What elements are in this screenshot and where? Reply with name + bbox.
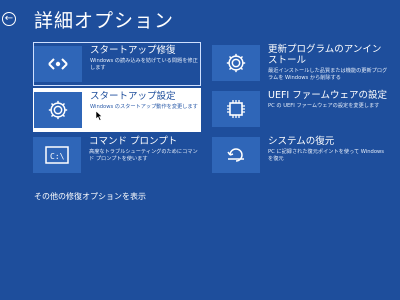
tile-title: システムの復元 — [268, 136, 335, 147]
tile-system-restore[interactable]: システムの復元 PC に記録された復元ポイントを使って Windows を復元 — [212, 134, 388, 178]
more-repair-options-link[interactable]: その他の修復オプションを表示 — [34, 191, 146, 202]
tile-title: スタートアップ設定 — [90, 91, 176, 102]
tile-description: PC の UEFI ファームウェアの設定を変更します — [268, 103, 380, 109]
tile-title: 更新プログラムのアンインストール — [268, 44, 382, 66]
page-title: 詳細オプション — [34, 10, 175, 32]
tile-description: 高度なトラブルシューティングのためにコマンド プロンプトを使います — [89, 149, 198, 162]
back-button[interactable]: ← — [2, 12, 16, 26]
tile-startup-repair[interactable]: スタートアップ修復 Windows の読み込みを妨げている問題を修正します — [33, 42, 201, 86]
tile-title: UEFI ファームウェアの設定 — [268, 90, 387, 101]
tile-description: 最近インストールした品質または機能の更新プログラムを Windows から削除す… — [268, 68, 388, 81]
mouse-pointer-icon — [96, 111, 103, 121]
tile-title: コマンド プロンプト — [89, 136, 178, 147]
tile-description: Windows のスタートアップ動作を変更します — [90, 104, 198, 110]
gear-icon — [34, 92, 82, 128]
gear-icon — [212, 45, 260, 81]
tile-description: PC に記録された復元ポイントを使って Windows を復元 — [268, 149, 384, 162]
svg-text:C:\: C:\ — [50, 152, 65, 161]
system-restore-icon — [212, 137, 260, 173]
startup-repair-icon — [34, 46, 82, 82]
chip-icon — [212, 91, 260, 127]
advanced-options-screen: ← 詳細オプション スタートアップ修復 Windows の読み込みを妨げている問… — [0, 0, 400, 300]
tile-title: スタートアップ修復 — [90, 45, 176, 56]
tile-uefi-firmware[interactable]: UEFI ファームウェアの設定 PC の UEFI ファームウェアの設定を変更し… — [212, 88, 388, 132]
tile-description: Windows の読み込みを妨げている問題を修正します — [90, 58, 198, 71]
back-arrow-icon: ← — [4, 13, 14, 24]
tile-uninstall-updates[interactable]: 更新プログラムのアンインストール 最近インストールした品質または機能の更新プログ… — [212, 42, 388, 86]
tile-command-prompt[interactable]: C:\ コマンド プロンプト 高度なトラブルシューティングのためにコマンド プロ… — [33, 134, 201, 178]
tile-startup-settings[interactable]: スタートアップ設定 Windows のスタートアップ動作を変更します — [33, 88, 201, 132]
command-prompt-icon: C:\ — [33, 137, 81, 173]
